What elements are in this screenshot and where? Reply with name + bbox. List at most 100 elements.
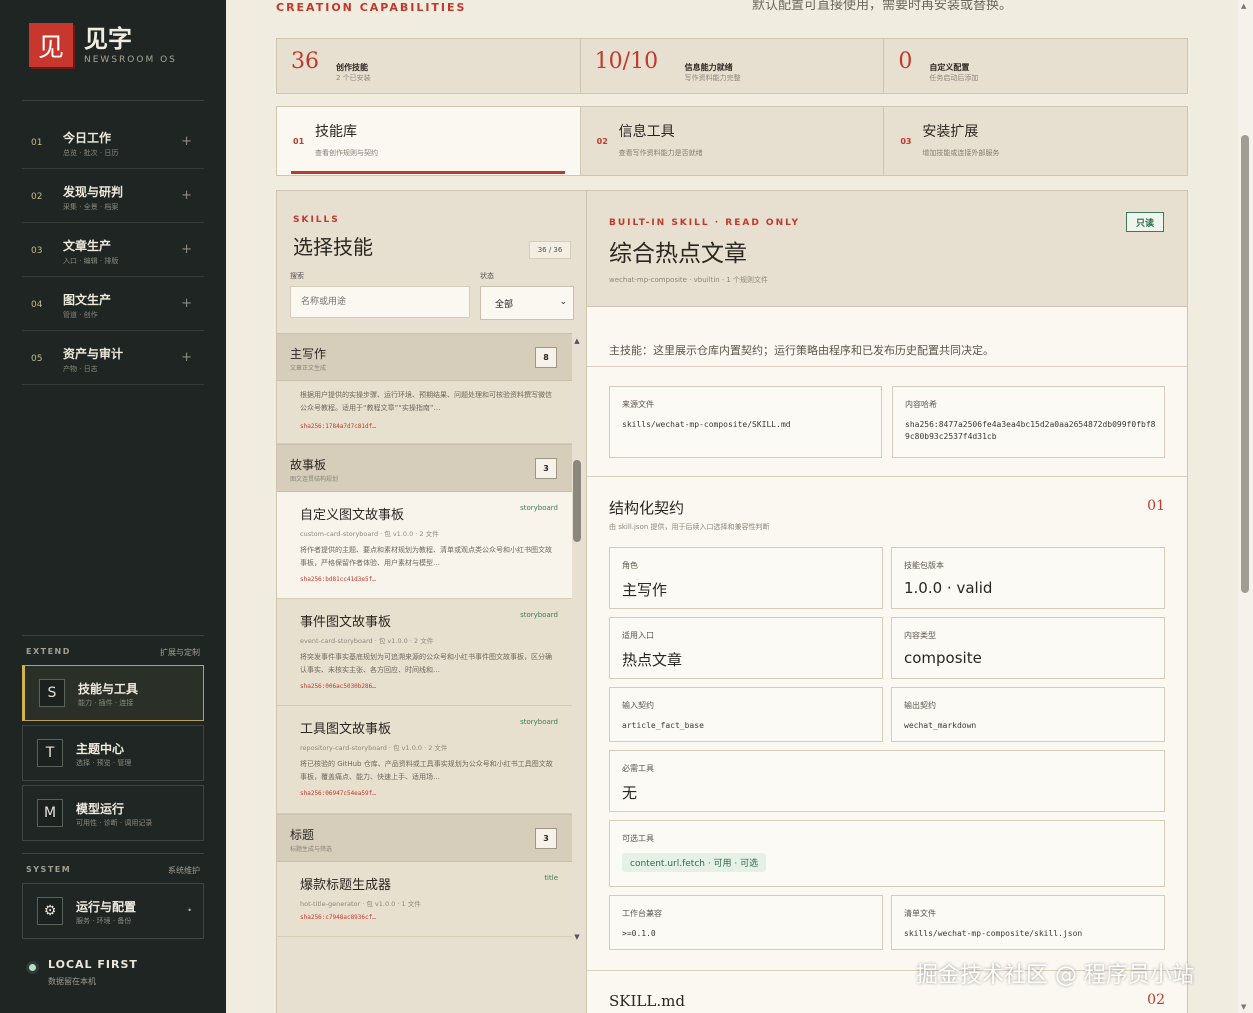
expand-plus-icon[interactable]: + <box>181 134 192 149</box>
tab-install-extensions[interactable]: 03 安装扩展 增加技能或连接外部服务 <box>884 107 1187 175</box>
tab-number: 02 <box>596 137 608 146</box>
nav-title: 今日工作 <box>63 131 112 145</box>
nav-subtitle: 入口 · 编辑 · 排版 <box>63 257 119 265</box>
capability-tabs: 01 技能库 查看创作规则与契约 02 信息工具 查看写作资料能力是否就绪 03… <box>276 106 1188 176</box>
local-subtitle: 数据留在本机 <box>48 977 96 986</box>
nav-subtitle: 管道 · 创作 <box>63 311 98 319</box>
ext-title: 主题中心 <box>76 742 125 756</box>
skills-title: 选择技能 <box>293 235 373 259</box>
main-nav: 01 今日工作 总览 · 批次 · 日历 + 02 发现与研判 采集 · 全景 … <box>22 115 204 385</box>
scroll-up-icon[interactable]: ▲ <box>1241 2 1246 10</box>
stat-number: 10/10 <box>594 49 659 74</box>
field-content-type: 内容类型 composite <box>891 617 1165 679</box>
field-value: 1.0.0 · valid <box>904 579 993 597</box>
nav-item-today[interactable]: 01 今日工作 总览 · 批次 · 日历 + <box>22 115 204 169</box>
nav-item-discovery[interactable]: 02 发现与研判 采集 · 全景 · 档案 + <box>22 169 204 223</box>
tab-skill-library[interactable]: 01 技能库 查看创作规则与契约 <box>277 107 581 175</box>
field-input-contract: 输入契约 article_fact_base <box>609 687 883 742</box>
tab-subtitle: 查看创作规则与契约 <box>315 149 378 157</box>
skill-hash: sha256:bd81cc41d3e5f… <box>300 576 376 583</box>
tab-title: 技能库 <box>315 124 357 140</box>
scroll-up-icon[interactable]: ▲ <box>573 337 581 345</box>
tab-info-tools[interactable]: 02 信息工具 查看写作资料能力是否就绪 <box>581 107 885 175</box>
skill-list-item[interactable]: 爆款标题生成器 title hot-title-generator · 包 v1… <box>277 862 572 937</box>
ext-theme-center[interactable]: T 主题中心 选择 · 预览 · 管理 <box>22 725 204 781</box>
field-label: 来源文件 <box>622 400 654 409</box>
skill-group-main-writing[interactable]: 主写作 文章正文生成 8 <box>277 333 572 381</box>
nav-number: 05 <box>31 354 43 364</box>
contract-section-subtitle: 由 skill.json 提供，用于后续入口选择和兼容性判断 <box>609 523 770 531</box>
skill-group-titles[interactable]: 标题 标题生成与筛选 3 <box>277 814 572 862</box>
expand-plus-icon[interactable]: + <box>181 242 192 257</box>
field-role: 角色 主写作 <box>609 547 883 609</box>
field-label: 必需工具 <box>622 764 654 773</box>
skill-group-storyboard[interactable]: 故事板 图文连贯结构规划 3 <box>277 444 572 492</box>
ext-model-runtime[interactable]: M 模型运行 可用性 · 诊断 · 调用记录 <box>22 785 204 841</box>
ext-title: 技能与工具 <box>78 682 139 696</box>
scrollbar-thumb[interactable] <box>1241 135 1249 593</box>
contract-section-number: 01 <box>1147 498 1165 514</box>
tab-subtitle: 查看写作资料能力是否就绪 <box>618 149 703 157</box>
expand-plus-icon[interactable]: + <box>181 188 192 203</box>
system-label-cn: 系统维护 <box>168 866 200 875</box>
group-count-badge: 8 <box>535 347 557 368</box>
skill-list-item[interactable]: 自定义图文故事板 storyboard custom-card-storyboa… <box>277 492 572 599</box>
system-run-config[interactable]: ⚙ 运行与配置 服务 · 环境 · 备份 • <box>22 883 204 939</box>
field-value: 无 <box>622 784 638 802</box>
status-indicator-icon <box>26 961 39 974</box>
model-icon: M <box>37 799 63 827</box>
expand-plus-icon[interactable]: + <box>181 296 192 311</box>
section-hint: 默认配置可直接使用，需要时再安装或替换。 <box>752 0 1013 13</box>
divider <box>22 853 204 854</box>
nav-item-assets[interactable]: 05 资产与审计 产物 · 日志 + <box>22 331 204 385</box>
ext-skills-tools[interactable]: S 技能与工具 能力 · 插件 · 连接 <box>22 665 204 721</box>
scrollbar-thumb[interactable] <box>573 460 581 542</box>
nav-number: 04 <box>31 300 43 310</box>
detail-meta: wechat-mp-composite · vbuiltin · 1 个规则文件 <box>609 276 769 284</box>
ext-subtitle: 能力 · 插件 · 连接 <box>78 699 134 707</box>
status-label: 状态 <box>480 272 494 280</box>
extend-section-header: EXTEND 扩展与定制 <box>26 647 200 658</box>
skill-list-item[interactable]: 根据用户提供的实操步骤、运行环境、预期结果、问题处理和可核验资料撰写微信公众号教… <box>277 381 572 444</box>
app-logo[interactable]: 见 见字 NEWSROOM OS <box>29 23 177 67</box>
stat-title: 自定义配置 <box>929 63 970 72</box>
status-select[interactable]: 全部 ⌄ <box>480 286 574 320</box>
nav-item-article[interactable]: 03 文章生产 入口 · 编辑 · 排版 + <box>22 223 204 277</box>
skill-meta: custom-card-storyboard · 包 v1.0.0 · 2 文件 <box>300 530 439 538</box>
skill-hash: sha256:1784a7d7c81df… <box>300 423 376 430</box>
field-label: 输出契约 <box>904 701 936 710</box>
skill-tag: title <box>544 874 558 882</box>
stat-custom-config: 0 自定义配置 任务启动后添加 <box>884 39 1187 93</box>
scroll-down-icon[interactable]: ▼ <box>1241 1003 1246 1011</box>
field-label: 可选工具 <box>622 834 654 843</box>
group-count-badge: 3 <box>535 458 557 479</box>
tool-chip[interactable]: content.url.fetch · 可用 · 可选 <box>622 853 767 872</box>
field-compat: 工作台兼容 >=0.1.0 <box>609 895 883 950</box>
divider <box>22 100 204 101</box>
skills-count-badge: 36 / 36 <box>529 241 571 259</box>
skill-list-item[interactable]: 事件图文故事板 storyboard event-card-storyboard… <box>277 599 572 706</box>
field-entry: 适用入口 热点文章 <box>609 617 883 679</box>
expand-plus-icon[interactable]: + <box>181 350 192 365</box>
skill-list-item[interactable]: 工具图文故事板 storyboard repository-card-story… <box>277 706 572 814</box>
skill-search-input[interactable] <box>290 286 470 318</box>
field-label: 技能包版本 <box>904 561 944 570</box>
stat-subtitle: 任务启动后添加 <box>929 74 979 82</box>
group-subtitle: 文章正文生成 <box>290 365 327 372</box>
field-manifest: 清单文件 skills/wechat-mp-composite/skill.js… <box>891 895 1165 950</box>
scroll-down-icon[interactable]: ▼ <box>573 933 581 941</box>
ext-title: 运行与配置 <box>76 900 137 914</box>
ext-subtitle: 可用性 · 诊断 · 调用记录 <box>76 819 153 827</box>
theme-icon: T <box>37 739 63 767</box>
nav-title: 资产与审计 <box>63 347 124 361</box>
tab-number: 03 <box>900 137 912 146</box>
nav-item-graphic[interactable]: 04 图文生产 管道 · 创作 + <box>22 277 204 331</box>
page-scrollbar[interactable]: ▲ ▼ <box>1238 0 1253 1013</box>
skill-tag: storyboard <box>520 718 558 726</box>
field-value: composite <box>904 649 982 667</box>
field-label: 输入契约 <box>622 701 654 710</box>
watermark: 掘金技术社区 @ 程序员小站 <box>916 963 1194 988</box>
nav-number: 02 <box>31 192 43 202</box>
skillmd-section-title: SKILL.md <box>609 992 685 1010</box>
skill-list-scrollbar[interactable]: ▲ ▼ <box>573 337 581 941</box>
